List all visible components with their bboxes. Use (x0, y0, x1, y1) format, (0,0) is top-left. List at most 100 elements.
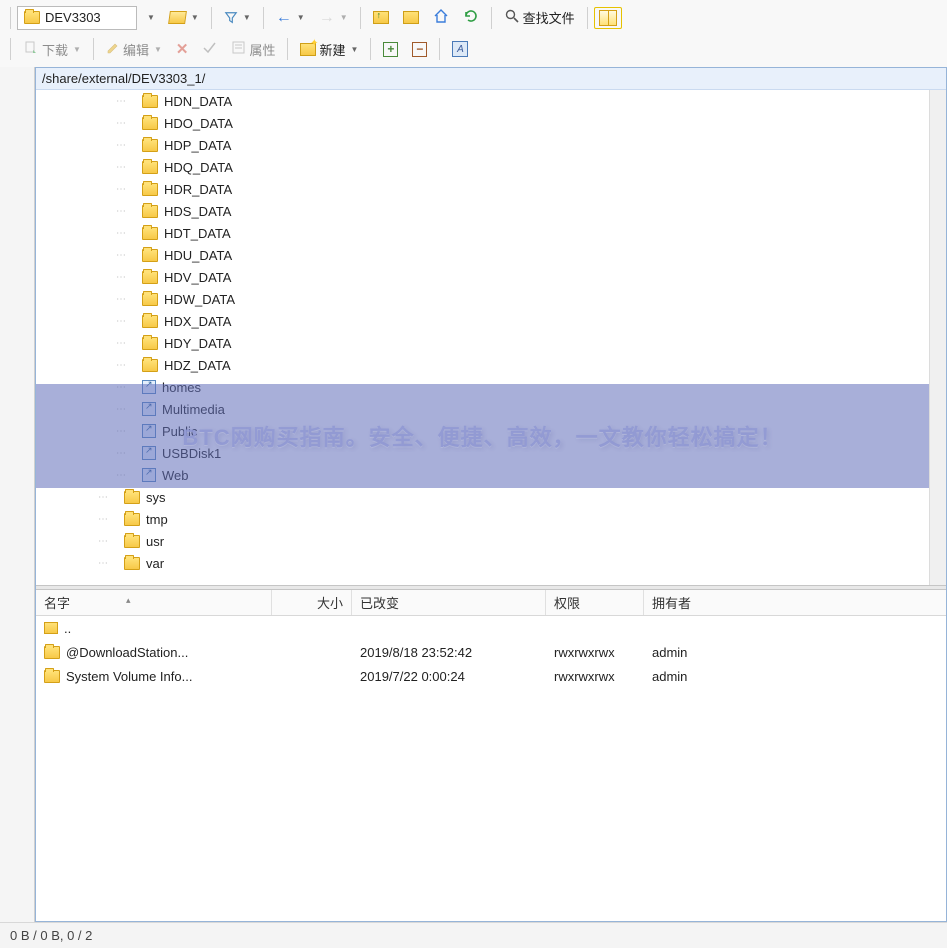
file-perm: rwxrwxrwx (554, 645, 615, 660)
parent-folder-button[interactable] (367, 7, 395, 28)
tree-item[interactable]: ⋯ HDP_DATA (36, 134, 929, 156)
tree-item[interactable]: ⋯var (36, 552, 929, 574)
column-changed-label: 已改变 (360, 593, 399, 612)
tree-item[interactable]: ⋯HDX_DATA (36, 310, 929, 332)
tree-item[interactable]: ⋯HDT_DATA (36, 222, 929, 244)
check-button[interactable] (196, 36, 223, 62)
status-bar: 0 B / 0 B, 0 / 2 (0, 922, 947, 948)
list-row[interactable]: System Volume Info...2019/7/22 0:00:24rw… (36, 664, 946, 688)
tree-item[interactable]: ⋯HDQ_DATA (36, 156, 929, 178)
new-button[interactable]: 新建 ▼ (294, 36, 364, 63)
tree-item[interactable]: ⋯HDN_DATA (36, 90, 929, 112)
delete-button[interactable]: ✕ (170, 36, 195, 62)
folder-open-icon (168, 11, 187, 24)
tree-item-label: HDS_DATA (164, 204, 231, 219)
tree-item[interactable]: ⋯HDZ_DATA (36, 354, 929, 376)
file-name: System Volume Info... (66, 669, 192, 684)
refresh-button[interactable] (457, 4, 485, 31)
tree-item[interactable]: ⋯HDV_DATA (36, 266, 929, 288)
watermark-overlay: BTC网购买指南。安全、便捷、高效，一文教你轻松搞定！ (36, 384, 929, 488)
chevron-down-icon: ▼ (340, 13, 348, 22)
path-dropdown-arrow[interactable]: ▼ (139, 9, 161, 26)
path-dropdown[interactable]: DEV3303 (17, 6, 137, 30)
toolbar-separator (587, 7, 588, 29)
tree-connector: ⋯ (116, 360, 132, 371)
tree-item-label: HDV_DATA (164, 270, 231, 285)
nav-back-button[interactable]: ←▼ (270, 5, 311, 31)
path-bar[interactable]: /share/external/DEV3303_1/ (36, 68, 946, 90)
folder-icon (142, 183, 158, 196)
tree-connector: ⋯ (116, 294, 132, 305)
root-folder-button[interactable] (397, 7, 425, 28)
open-folder-button[interactable]: ▼ (163, 7, 205, 28)
find-files-button[interactable]: 查找文件 (498, 4, 581, 31)
tree-connector: ⋯ (116, 184, 132, 195)
download-button[interactable]: 下载 ▼ (17, 36, 87, 63)
file-owner: admin (652, 669, 687, 684)
file-owner: admin (652, 645, 687, 660)
column-perm-label: 权限 (554, 593, 580, 612)
column-name[interactable]: 名字 ▴ (36, 590, 272, 615)
chevron-down-icon: ▼ (147, 13, 155, 22)
tree-item-label: HDW_DATA (164, 292, 235, 307)
body: /share/external/DEV3303_1/ BTC网购买指南。安全、便… (0, 67, 947, 922)
toolbar-separator (360, 7, 361, 29)
file-name: .. (64, 621, 71, 636)
toolbar-row-1: DEV3303 ▼ ▼ ▼ ←▼ →▼ 查找文件 (0, 0, 947, 35)
folder-icon (142, 95, 158, 108)
tree-item-label: usr (146, 534, 164, 549)
filter-icon (224, 11, 238, 25)
nav-forward-button[interactable]: →▼ (313, 5, 354, 31)
plus-icon: + (383, 42, 398, 57)
folder-icon (142, 205, 158, 218)
tree-scroll[interactable]: BTC网购买指南。安全、便捷、高效，一文教你轻松搞定！ ⋯HDN_DATA⋯HD… (36, 90, 929, 585)
panel-layout-button[interactable] (594, 7, 622, 29)
tree-item[interactable]: ⋯tmp (36, 508, 929, 530)
a-toggle-button[interactable]: A (446, 37, 474, 61)
tree-connector: ⋯ (116, 206, 132, 217)
chevron-down-icon: ▼ (154, 45, 162, 54)
watermark-text: BTC网购买指南。安全、便捷、高效，一文教你轻松搞定！ (182, 420, 782, 452)
home-button[interactable] (427, 4, 455, 31)
chevron-down-icon: ▼ (191, 13, 199, 22)
tree-item-label: HDY_DATA (164, 336, 231, 351)
find-files-label: 查找文件 (523, 8, 575, 27)
path-text: /share/external/DEV3303_1/ (42, 71, 205, 86)
tree-connector: ⋯ (116, 140, 132, 151)
tree-item[interactable]: ⋯HDU_DATA (36, 244, 929, 266)
column-perm[interactable]: 权限 (546, 590, 644, 615)
column-changed[interactable]: 已改变 (352, 590, 546, 615)
tree-connector: ⋯ (116, 338, 132, 349)
tree-item[interactable]: ⋯sys (36, 486, 929, 508)
toolbar-separator (10, 38, 11, 60)
edit-button[interactable]: 编辑 ▼ (100, 36, 168, 63)
folder-icon (24, 11, 40, 24)
list-body[interactable]: .. @DownloadStation...2019/8/18 23:52:42r… (36, 616, 946, 921)
properties-button[interactable]: 属性 (225, 36, 281, 63)
collapse-button[interactable]: − (406, 38, 433, 61)
tree-item[interactable]: ⋯ HDY_DATA (36, 332, 929, 354)
panel-icon (599, 10, 617, 26)
toolbar-row-2: 下载 ▼ 编辑 ▼ ✕ 属性 新建 ▼ + − A (0, 35, 947, 67)
tree-item[interactable]: ⋯HDO_DATA (36, 112, 929, 134)
tree-item[interactable]: ⋯usr (36, 530, 929, 552)
toolbar-separator (263, 7, 264, 29)
scrollbar-vertical[interactable] (929, 90, 946, 585)
tree-item[interactable]: ⋯HDR_DATA (36, 178, 929, 200)
filter-button[interactable]: ▼ (218, 7, 257, 29)
folder-icon (142, 315, 158, 328)
pencil-icon (106, 41, 120, 58)
file-changed: 2019/8/18 23:52:42 (360, 645, 472, 660)
toolbar-separator (93, 38, 94, 60)
expand-button[interactable]: + (377, 38, 404, 61)
tree-connector: ⋯ (116, 316, 132, 327)
list-row[interactable]: @DownloadStation...2019/8/18 23:52:42rwx… (36, 640, 946, 664)
tree-item[interactable]: ⋯ HDS_DATA (36, 200, 929, 222)
column-size[interactable]: 大小 (272, 590, 352, 615)
folder-icon (44, 670, 60, 683)
tree-item[interactable]: ⋯ HDW_DATA (36, 288, 929, 310)
column-owner[interactable]: 拥有者 (644, 590, 724, 615)
tree-item-label: HDP_DATA (164, 138, 231, 153)
list-row[interactable]: .. (36, 616, 946, 640)
tree-connector: ⋯ (116, 228, 132, 239)
